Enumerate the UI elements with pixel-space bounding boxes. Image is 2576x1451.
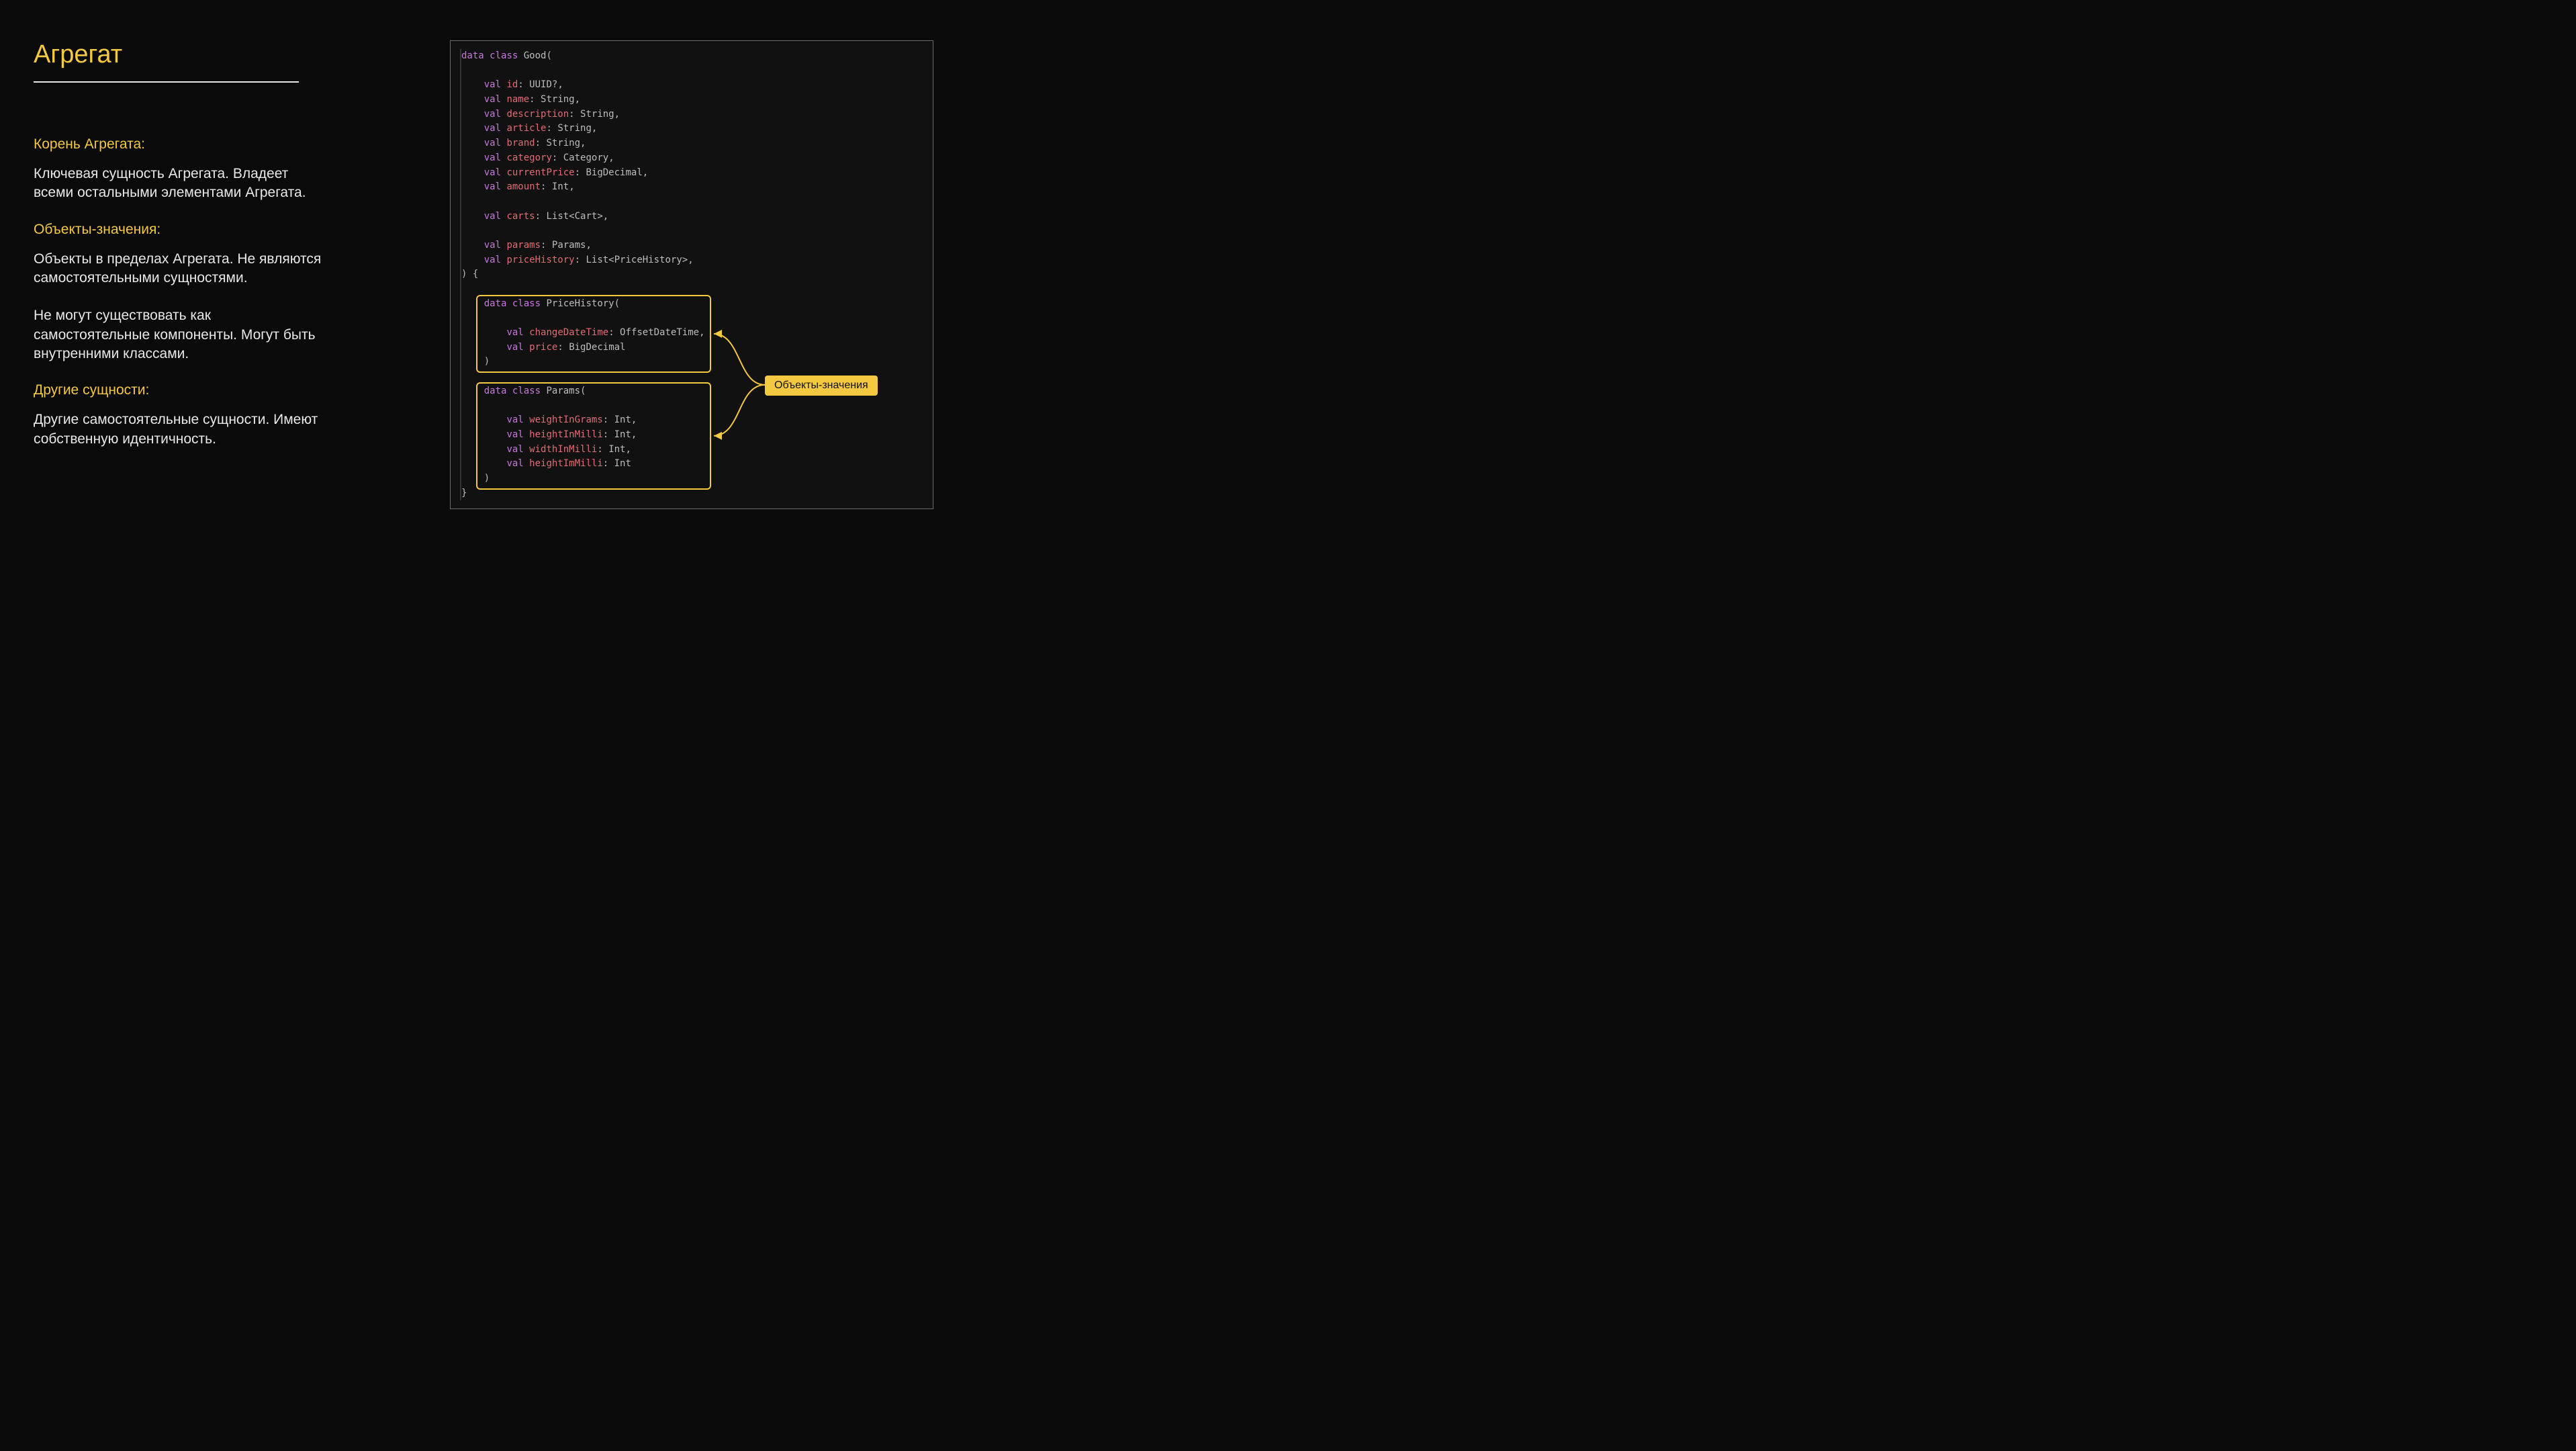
code-block: data class Good( val id: UUID?, val name… [460, 49, 933, 500]
right-column: data class Good( val id: UUID?, val name… [450, 40, 998, 554]
left-column: Агрегат Корень Агрегата: Ключевая сущнос… [34, 40, 329, 554]
section-body-value-objects-1: Объекты в пределах Агрегата. Не являются… [34, 250, 329, 288]
code-line [461, 64, 933, 79]
code-line: val changeDateTime: OffsetDateTime, [461, 326, 933, 341]
code-line: val amount: Int, [461, 180, 933, 195]
code-line: val description: String, [461, 107, 933, 122]
code-line: val params: Params, [461, 238, 933, 253]
code-line: val priceHistory: List<PriceHistory>, [461, 253, 933, 268]
code-line: ) { [461, 267, 933, 282]
code-line: ) [461, 472, 933, 486]
code-line: } [461, 486, 933, 501]
code-line: val price: BigDecimal [461, 341, 933, 355]
title-rule [34, 81, 299, 83]
section-body-value-objects-2: Не могут существовать как самостоятельны… [34, 306, 329, 363]
code-line: data class Good( [461, 49, 933, 64]
code-line: val category: Category, [461, 151, 933, 166]
slide-title: Агрегат [34, 40, 329, 69]
code-line: val brand: String, [461, 136, 933, 151]
section-heading-value-objects: Объекты-значения: [34, 222, 329, 238]
callout-value-objects: Объекты-значения [765, 376, 878, 396]
code-line: ) [461, 355, 933, 369]
code-line [461, 282, 933, 297]
code-line: val widthInMilli: Int, [461, 443, 933, 457]
slide: Агрегат Корень Агрегата: Ключевая сущнос… [0, 0, 1031, 580]
code-line: val heightInMilli: Int, [461, 428, 933, 443]
code-line [461, 311, 933, 326]
code-line [461, 224, 933, 238]
section-body-root: Ключевая сущность Агрегата. Владеет всем… [34, 165, 329, 203]
section-heading-root: Корень Агрегата: [34, 136, 329, 152]
code-line: val weightInGrams: Int, [461, 413, 933, 428]
code-line: val carts: List<Cart>, [461, 210, 933, 224]
code-line: val heightImMilli: Int [461, 457, 933, 472]
code-line: val currentPrice: BigDecimal, [461, 166, 933, 181]
code-line [461, 195, 933, 210]
code-line: data class PriceHistory( [461, 297, 933, 312]
code-panel: data class Good( val id: UUID?, val name… [450, 40, 933, 509]
section-body-other-entities: Другие самостоятельные сущности. Имеют с… [34, 410, 329, 449]
code-line: val article: String, [461, 122, 933, 136]
code-line [461, 399, 933, 414]
section-heading-other-entities: Другие сущности: [34, 382, 329, 398]
code-line: val id: UUID?, [461, 78, 933, 93]
code-line: val name: String, [461, 93, 933, 107]
